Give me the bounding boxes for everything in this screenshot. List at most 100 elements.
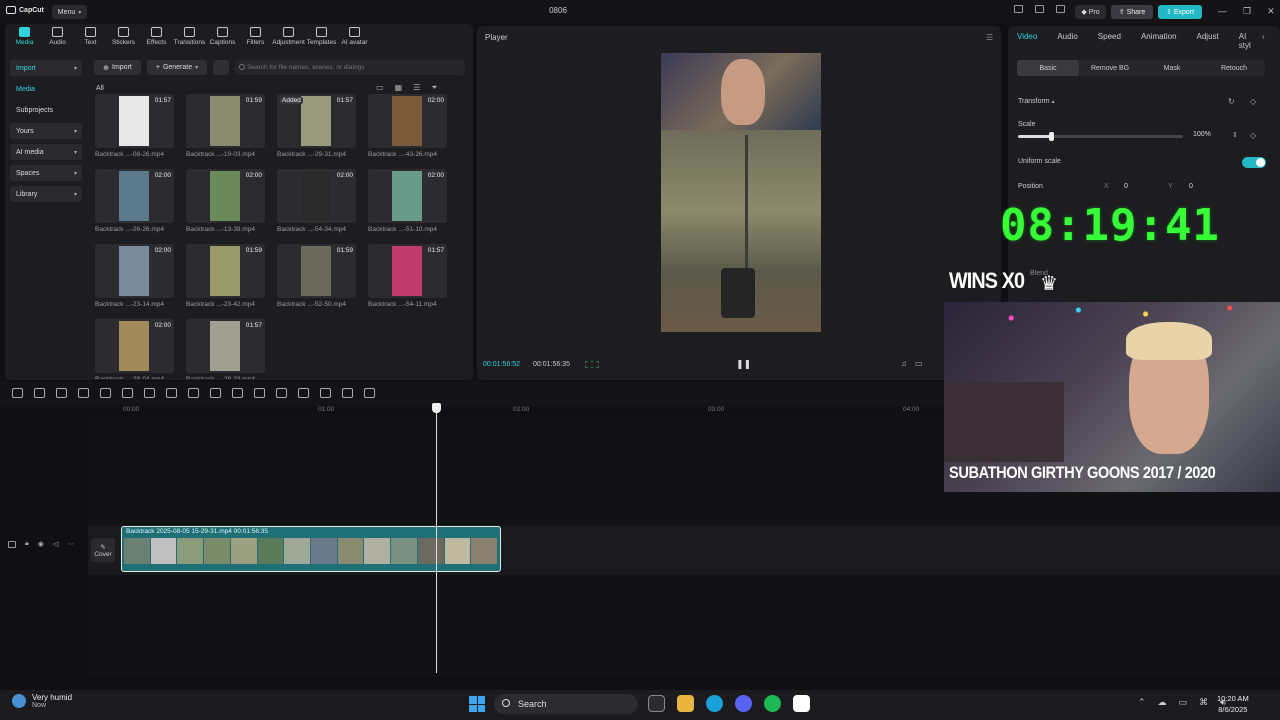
caption-icon[interactable]	[320, 388, 331, 398]
sort-icon[interactable]: ☰	[413, 83, 420, 93]
speed-icon[interactable]	[210, 388, 221, 398]
media-thumbnail[interactable]: 02:00	[368, 169, 447, 223]
tab-speed[interactable]: Speed	[1098, 32, 1121, 50]
tool-tab-filters[interactable]: Filters	[239, 27, 272, 46]
video-preview[interactable]	[661, 53, 821, 332]
frame-icon[interactable]	[585, 361, 599, 368]
spotify-icon[interactable]	[764, 695, 781, 712]
tool-tab-media[interactable]: Media	[8, 27, 41, 46]
camera-track-icon[interactable]	[342, 388, 353, 398]
pos-x-value[interactable]: 0	[1124, 183, 1128, 190]
share-button[interactable]: ⇪ Share	[1111, 5, 1153, 19]
close-icon[interactable]: ✕	[1267, 6, 1275, 17]
edge-icon[interactable]	[706, 695, 723, 712]
scale-slider-handle[interactable]	[1049, 132, 1054, 141]
record-button[interactable]	[213, 60, 229, 75]
cloud-icon[interactable]: ☁	[1158, 697, 1167, 708]
video-clip[interactable]: Backtrack 2025-08-05 15-29-31.mp4 00:01:…	[121, 526, 501, 572]
subtab-remove-bg[interactable]: Remove BG	[1079, 60, 1141, 76]
lock-icon[interactable]: 🔒︎	[25, 540, 29, 548]
sidebar-item-media[interactable]: Media	[10, 81, 82, 97]
trim-right-icon[interactable]	[122, 388, 133, 398]
media-card[interactable]: 02:00 Backtrack ...-26-26.mp4	[95, 169, 174, 233]
select-icon[interactable]	[12, 388, 23, 398]
display-icon[interactable]: ▭	[1179, 697, 1188, 708]
folder-icon[interactable]: ▭	[376, 83, 384, 93]
maximize-icon[interactable]: ❐	[1243, 6, 1251, 17]
ai-effect-icon[interactable]	[276, 388, 287, 398]
tool-tab-audio[interactable]: Audio	[41, 27, 74, 46]
menu-button[interactable]: Menu ▾	[52, 5, 87, 19]
tool-tab-ai-avatar[interactable]: AI avatar	[338, 27, 371, 46]
media-card[interactable]: 01:59 Backtrack ...-52-50.mp4	[277, 244, 356, 308]
shield-icon[interactable]	[166, 388, 177, 398]
track-icon[interactable]	[8, 540, 16, 548]
media-card[interactable]: 01:57 Added Backtrack ...-29-31.mp4	[277, 94, 356, 158]
playhead-handle[interactable]	[432, 403, 441, 413]
reset-icon[interactable]: ↻	[1228, 97, 1235, 106]
mirror-icon[interactable]	[254, 388, 265, 398]
panels-icon[interactable]	[1035, 5, 1044, 13]
audio-sync-icon[interactable]: ♫	[901, 359, 907, 368]
chevron-up-icon[interactable]: ⌃	[1138, 697, 1146, 708]
layout-icon[interactable]	[1014, 5, 1023, 13]
media-thumbnail[interactable]: 02:00	[277, 169, 356, 223]
delete-icon[interactable]	[144, 388, 155, 398]
media-card[interactable]: 02:00 Backtrack ...-54-34.mp4	[277, 169, 356, 233]
media-card[interactable]: 02:00 Backtrack ...-13-39.mp4	[186, 169, 265, 233]
clock[interactable]: 10:20 AM 8/6/2025	[1217, 693, 1249, 715]
media-thumbnail[interactable]: 02:00	[95, 169, 174, 223]
media-card[interactable]: 02:00 Backtrack ...-43-26.mp4	[368, 94, 447, 158]
filter-all[interactable]: All	[96, 85, 104, 92]
transform-label[interactable]: Transform ▴	[1018, 98, 1055, 105]
sidebar-item-subprojects[interactable]: Subprojects	[10, 102, 82, 118]
media-card[interactable]: 01:57 Backtrack ...-08-26.mp4	[95, 94, 174, 158]
cover-button[interactable]: ✎ Cover	[91, 538, 115, 562]
tool-tab-effects[interactable]: Effects	[140, 27, 173, 46]
media-thumbnail[interactable]: 02:00	[368, 94, 447, 148]
taskbar-search[interactable]: Search	[494, 694, 638, 714]
pause-icon[interactable]: ❚❚	[736, 359, 751, 370]
media-card[interactable]: 01:59 Backtrack ...-19-03.mp4	[186, 94, 265, 158]
media-thumbnail[interactable]: 02:00	[95, 244, 174, 298]
tab-ai-styl[interactable]: AI styl	[1239, 32, 1260, 50]
media-card[interactable]: 01:57 Backtrack ...-28-23.mp4	[186, 319, 265, 379]
tab-video[interactable]: Video	[1017, 32, 1037, 50]
tab-adjust[interactable]: Adjust	[1197, 32, 1219, 50]
mute-icon[interactable]: ◁	[53, 540, 58, 548]
sidebar-item-ai-media[interactable]: AI media ▾	[10, 144, 82, 160]
redo-icon[interactable]	[56, 388, 67, 398]
magic-icon[interactable]	[298, 388, 309, 398]
capcut-icon[interactable]	[793, 695, 810, 712]
media-search-input[interactable]: Search for file names, scenes, or dialog…	[235, 60, 465, 75]
media-card[interactable]: 02:00 Backtrack ...-28-04.mp4	[95, 319, 174, 379]
windows-start-icon[interactable]	[469, 696, 485, 712]
player-menu-icon[interactable]: ☰	[986, 33, 993, 42]
task-view-icon[interactable]	[648, 695, 665, 712]
media-card[interactable]: 01:57 Backtrack ...-54-11.mp4	[368, 244, 447, 308]
media-card[interactable]: 02:00 Backtrack ...-51-10.mp4	[368, 169, 447, 233]
chevron-right-icon[interactable]: ›	[1262, 32, 1265, 41]
tab-animation[interactable]: Animation	[1141, 32, 1177, 50]
freeze-icon[interactable]	[232, 388, 243, 398]
media-thumbnail[interactable]: 01:59	[186, 244, 265, 298]
keyframe-icon[interactable]: ◇	[1250, 97, 1256, 106]
scale-value[interactable]: 100%	[1193, 131, 1211, 138]
more-icon[interactable]: ⋯	[67, 540, 74, 548]
ratio-icon[interactable]: ▭	[915, 359, 923, 368]
media-card[interactable]: 02:00 Backtrack ...-23-14.mp4	[95, 244, 174, 308]
media-card[interactable]: 01:59 Backtrack ...-23-42.mp4	[186, 244, 265, 308]
filter-icon[interactable]: ⏷	[431, 83, 437, 93]
export-button[interactable]: ⇧ Export	[1158, 5, 1202, 19]
stepper-icon[interactable]: ⇕	[1232, 131, 1238, 139]
keyframe-icon[interactable]: ◇	[1250, 131, 1256, 140]
uniform-scale-toggle[interactable]	[1242, 157, 1266, 168]
ai-icon[interactable]	[364, 388, 375, 398]
subtab-mask[interactable]: Mask	[1141, 60, 1203, 76]
crop-icon[interactable]	[188, 388, 199, 398]
pro-button[interactable]: ◆ Pro	[1075, 5, 1106, 19]
tool-tab-captions[interactable]: Captions	[206, 27, 239, 46]
tab-audio[interactable]: Audio	[1057, 32, 1077, 50]
trim-left-icon[interactable]	[100, 388, 111, 398]
sidebar-item-spaces[interactable]: Spaces ▾	[10, 165, 82, 181]
